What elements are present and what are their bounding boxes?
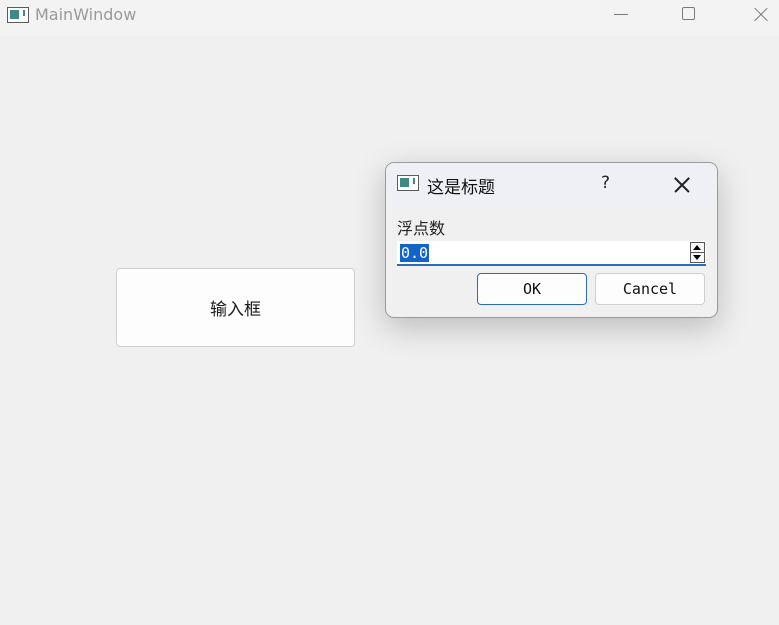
dialog-title-bar[interactable]: 这是标题 ?	[386, 163, 717, 207]
window-title: MainWindow	[35, 5, 137, 24]
spinbox-value[interactable]: 0.0	[400, 244, 430, 262]
dialog-app-icon	[397, 175, 419, 191]
spin-up-icon[interactable]	[691, 243, 704, 253]
close-icon[interactable]	[745, 4, 775, 26]
cancel-button[interactable]: Cancel	[595, 273, 705, 305]
dialog-title: 这是标题	[427, 178, 495, 198]
main-title-bar[interactable]: MainWindow	[0, 0, 779, 36]
spin-down-icon[interactable]	[691, 253, 704, 262]
input-dialog-button[interactable]: 输入框	[116, 268, 355, 347]
float-spinbox[interactable]: 0.0	[397, 241, 706, 266]
app-window-icon	[7, 7, 29, 23]
maximize-icon[interactable]	[674, 4, 704, 26]
dialog-close-icon[interactable]	[671, 175, 693, 195]
input-dialog: 这是标题 ? 浮点数 0.0 OK Cancel	[385, 162, 718, 318]
help-icon[interactable]: ?	[601, 173, 610, 193]
spinbox-arrows	[690, 242, 705, 263]
minimize-icon[interactable]	[606, 4, 636, 26]
ok-button[interactable]: OK	[477, 273, 587, 305]
float-field-label: 浮点数	[397, 219, 446, 238]
